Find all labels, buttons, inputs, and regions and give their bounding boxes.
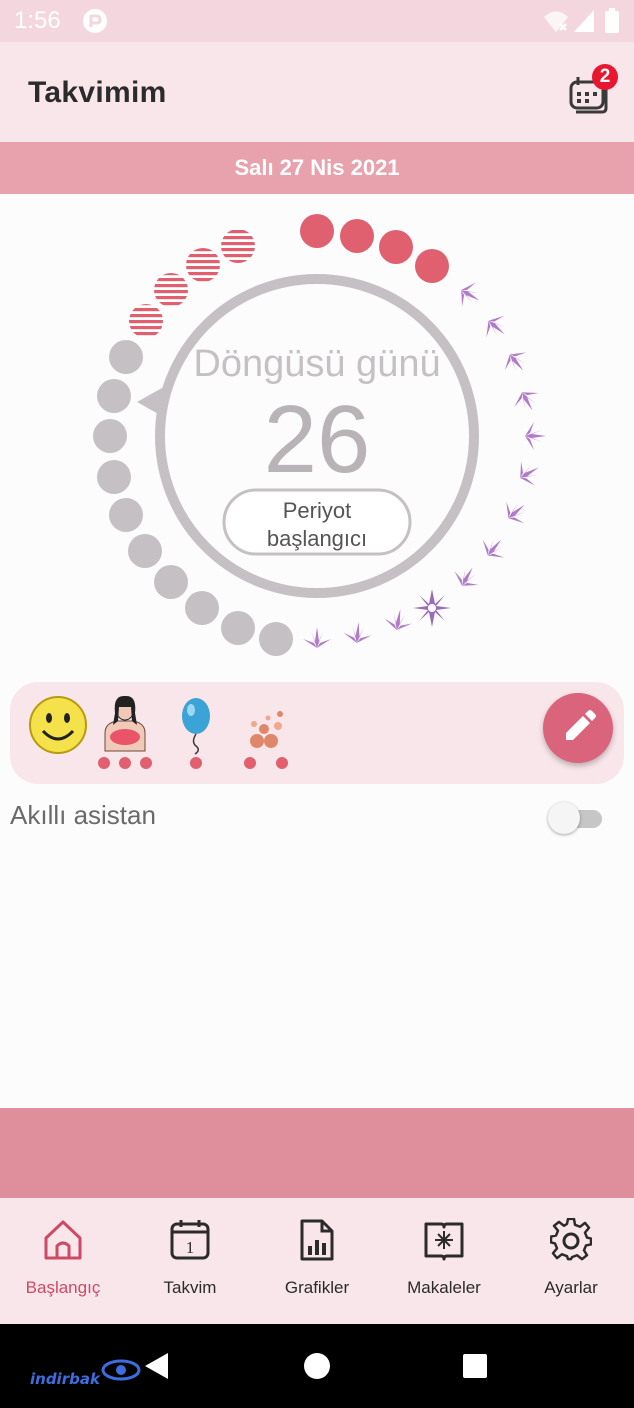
- status-time: 1:56: [14, 7, 61, 34]
- intensity-dot: [119, 757, 131, 769]
- intensity-dot: [244, 757, 256, 769]
- balloon-bloating-icon: [182, 698, 210, 755]
- period-start-label-2: başlangıcı: [267, 526, 367, 551]
- articles-icon: [424, 1222, 464, 1261]
- smart-assistant-toggle[interactable]: [548, 800, 606, 836]
- system-navigation-bar: indirbak: [0, 1324, 634, 1408]
- cycle-day-dot: [109, 340, 143, 374]
- bottom-navigation: Başlangıç 1 Takvim Grafikler Makaleler A…: [0, 1198, 634, 1324]
- ovulation-flower: [413, 589, 451, 627]
- intensity-dot: [190, 757, 202, 769]
- settings-icon: [550, 1218, 592, 1261]
- battery-icon: [605, 8, 619, 33]
- fertile-day-leaf: [382, 606, 415, 633]
- system-nav-icons: [101, 1353, 487, 1381]
- intensity-dot: [98, 757, 110, 769]
- fertile-day-leaf: [449, 560, 485, 593]
- acne-icon: [250, 711, 283, 748]
- period-start-label-1: Periyot: [283, 498, 351, 523]
- period-start-button[interactable]: Periyot başlangıcı: [222, 488, 412, 556]
- back-icon[interactable]: [145, 1353, 168, 1379]
- watermark-logo: indirbak: [30, 1370, 100, 1388]
- nav-label: Ayarlar: [544, 1278, 598, 1297]
- nav-item-charts[interactable]: Grafikler: [254, 1198, 380, 1324]
- fertile-day-leaf: [342, 620, 373, 645]
- home-icon: [44, 1220, 82, 1260]
- cycle-day-dot: [154, 565, 188, 599]
- date-banner[interactable]: Salı 27 Nis 2021: [0, 142, 634, 194]
- cycle-day-dot: [97, 460, 131, 494]
- fertile-day-leaf: [476, 530, 512, 565]
- intensity-dot: [140, 757, 152, 769]
- fertile-day-leaf: [303, 627, 331, 648]
- edit-symptoms-button[interactable]: [543, 693, 613, 763]
- cycle-ring: Döngüsü günü 26 Periyot başlangıcı: [93, 214, 546, 656]
- fertile-day-leaf: [454, 277, 487, 313]
- recents-icon[interactable]: [463, 1354, 487, 1378]
- predicted-period-dot: [154, 273, 188, 307]
- fertile-day-leaf: [499, 494, 534, 530]
- predicted-period-dot: [221, 229, 255, 263]
- home-circle-icon[interactable]: [304, 1353, 330, 1379]
- cycle-day-dot: [128, 534, 162, 568]
- cycle-day-dot: [221, 611, 255, 645]
- fertile-day-leaf: [525, 422, 546, 450]
- smart-assistant-label: Akıllı asistan: [10, 800, 156, 830]
- nav-label: Grafikler: [284, 1278, 350, 1297]
- nav-item-articles[interactable]: Makaleler: [381, 1198, 507, 1324]
- cycle-day-dot: [93, 419, 127, 453]
- cycle-day-number: 26: [264, 386, 371, 493]
- cycle-day-dot: [109, 498, 143, 532]
- nav-label: Takvim: [163, 1278, 217, 1297]
- period-day-dot: [415, 249, 449, 283]
- fertile-day-leaf: [498, 345, 534, 380]
- cycle-day-dot: [185, 591, 219, 625]
- period-day-dot: [340, 219, 374, 253]
- intensity-dot: [276, 757, 288, 769]
- fertile-day-leaf: [509, 385, 545, 418]
- calendar-notification-button[interactable]: 2: [568, 64, 618, 114]
- breast-pain-icon: [104, 695, 146, 752]
- period-day-dot: [379, 230, 413, 264]
- fertile-day-leaf: [513, 455, 546, 491]
- symptoms-icons: [29, 695, 288, 769]
- smiley-mood-icon: [29, 696, 87, 754]
- svg-text:1: 1: [186, 1238, 195, 1257]
- notification-badge: 2: [592, 64, 618, 90]
- app-title: Takvimim: [28, 76, 167, 109]
- status-bar: 1:56: [0, 0, 634, 42]
- nav-item-settings[interactable]: Ayarlar: [508, 1198, 634, 1324]
- app-notification-icon: [83, 9, 107, 33]
- signal-icon: [574, 10, 594, 32]
- wifi-icon: [544, 11, 568, 32]
- ad-banner-area: [0, 1108, 634, 1198]
- fertile-day-leaf: [479, 309, 514, 345]
- nav-label: Başlangıç: [25, 1278, 101, 1297]
- pencil-icon: [566, 710, 596, 740]
- nav-item-home[interactable]: Başlangıç: [0, 1198, 126, 1324]
- period-day-dot: [300, 214, 334, 248]
- app-bar: Takvimim 2: [0, 42, 634, 142]
- toggle-thumb: [548, 802, 580, 834]
- cycle-day-label: Döngüsü günü: [193, 343, 440, 385]
- symptoms-card[interactable]: [10, 682, 624, 784]
- cycle-day-dot: [97, 379, 131, 413]
- cycle-day-dot: [259, 622, 293, 656]
- calendar-icon: 1: [170, 1220, 210, 1260]
- predicted-period-dot: [186, 248, 220, 282]
- predicted-period-dot: [129, 304, 163, 338]
- chart-icon: [300, 1219, 334, 1261]
- nav-label: Makaleler: [407, 1278, 481, 1297]
- nav-item-calendar[interactable]: 1 Takvim: [127, 1198, 253, 1324]
